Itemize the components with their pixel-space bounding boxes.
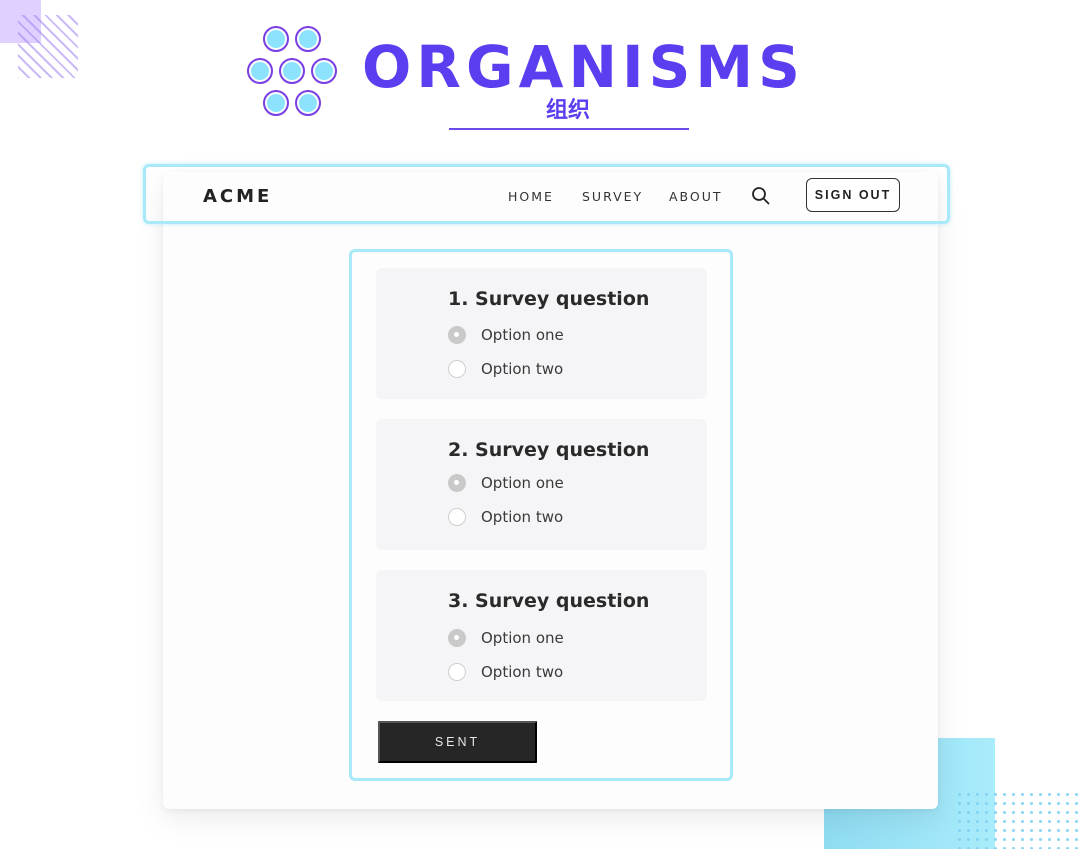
page-subtitle: 组织 <box>545 98 590 123</box>
radio-unchecked-icon[interactable] <box>448 508 466 526</box>
radio-option[interactable]: Option one <box>448 326 564 344</box>
search-icon[interactable] <box>751 186 771 206</box>
option-label: Option two <box>481 360 564 378</box>
survey-question-block: 2. Survey question Option one Option two <box>376 419 707 550</box>
survey-question-block: 3. Survey question Option one Option two <box>376 570 707 701</box>
cell-icon <box>295 26 321 52</box>
question-title: 2. Survey question <box>448 439 650 461</box>
submit-sent-button[interactable]: SENT <box>378 721 537 763</box>
option-label: Option two <box>481 663 564 681</box>
radio-checked-icon[interactable] <box>448 629 466 647</box>
nav-link-about[interactable]: ABOUT <box>669 189 723 204</box>
survey-question-block: 1. Survey question Option one Option two <box>376 268 707 399</box>
question-title: 3. Survey question <box>448 590 650 612</box>
cell-icon <box>311 58 337 84</box>
radio-option[interactable]: Option two <box>448 663 563 681</box>
radio-unchecked-icon[interactable] <box>448 663 466 681</box>
radio-option[interactable]: Option two <box>448 360 563 378</box>
cell-icon <box>279 58 305 84</box>
option-label: Option one <box>481 474 564 492</box>
decorative-stripes <box>18 15 78 78</box>
option-label: Option two <box>481 508 564 526</box>
cell-icon <box>263 26 289 52</box>
option-label: Option one <box>481 629 564 647</box>
cell-icon <box>247 58 273 84</box>
decorative-dot-grid <box>955 790 1080 849</box>
nav-link-survey[interactable]: SURVEY <box>582 189 643 204</box>
radio-checked-icon[interactable] <box>448 326 466 344</box>
page-title: ORGANISMS <box>362 33 805 101</box>
organism-cells-icon <box>247 24 339 116</box>
radio-unchecked-icon[interactable] <box>448 360 466 378</box>
nav-link-home[interactable]: HOME <box>508 189 554 204</box>
cell-icon <box>263 90 289 116</box>
cell-icon <box>295 90 321 116</box>
brand-logo[interactable]: ACME <box>203 186 272 207</box>
radio-checked-icon[interactable] <box>448 474 466 492</box>
sign-out-button[interactable]: SIGN OUT <box>806 178 900 212</box>
radio-option[interactable]: Option one <box>448 629 564 647</box>
radio-option[interactable]: Option one <box>448 474 564 492</box>
radio-option[interactable]: Option two <box>448 508 563 526</box>
question-title: 1. Survey question <box>448 288 650 310</box>
option-label: Option one <box>481 326 564 344</box>
title-underline <box>449 128 689 130</box>
